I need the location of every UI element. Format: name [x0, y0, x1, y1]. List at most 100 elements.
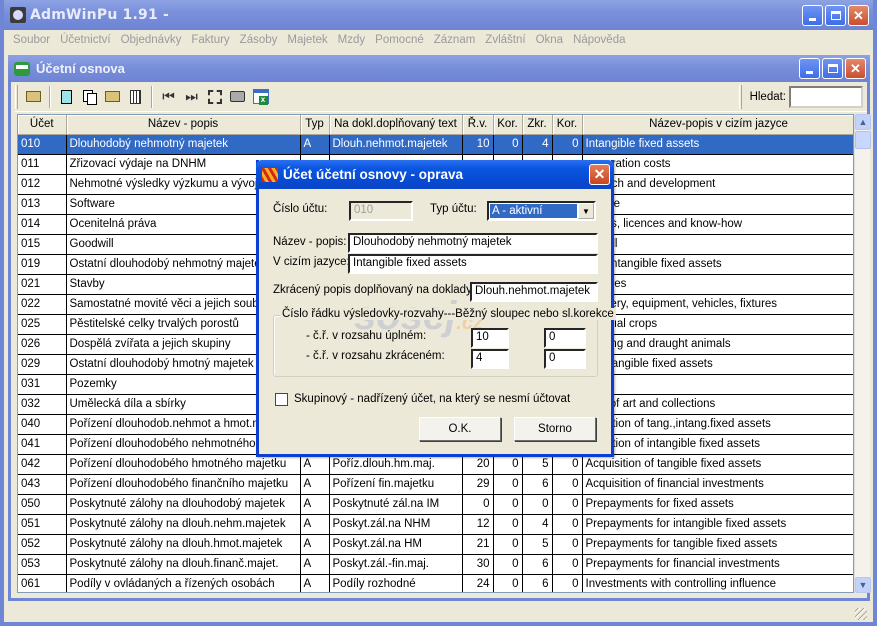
- menu-okna[interactable]: Okna: [531, 34, 569, 46]
- table-row[interactable]: 052 Poskytnuté zálohy na dlouh.hmot.majet…: [18, 534, 853, 555]
- col-header-nazev[interactable]: Název - popis: [66, 115, 301, 135]
- child-minimize-button[interactable]: [799, 58, 820, 79]
- cell-ucet[interactable]: 032: [18, 394, 67, 415]
- cell-kor2[interactable]: 0: [552, 494, 583, 515]
- cell-zkr[interactable]: 6: [522, 574, 553, 592]
- first-record-button[interactable]: ⏮: [157, 86, 180, 108]
- cell-cizi[interactable]: Prepayments for fixed assets: [582, 494, 853, 515]
- short-description-field[interactable]: Dlouh.nehmot.majetek: [470, 282, 598, 302]
- cell-rv[interactable]: 0: [462, 494, 494, 515]
- short-range-row-field[interactable]: 4: [471, 349, 509, 369]
- child-titlebar[interactable]: Účetní osnova ✕: [8, 55, 870, 82]
- child-maximize-button[interactable]: [822, 58, 843, 79]
- cell-ucet[interactable]: 025: [18, 314, 67, 335]
- cell-cizi[interactable]: ...ctures: [582, 274, 853, 295]
- cell-typ[interactable]: A: [300, 534, 330, 555]
- cell-zkr[interactable]: 5: [522, 534, 553, 555]
- cell-dokl[interactable]: Pořízení fin.majetku: [329, 474, 463, 495]
- cell-cizi[interactable]: Investments with controlling influence: [582, 574, 853, 592]
- cell-zkr[interactable]: 4: [522, 514, 553, 535]
- export-excel-button[interactable]: [249, 86, 272, 108]
- cell-kor2[interactable]: 0: [552, 534, 583, 555]
- cell-cizi[interactable]: ...ents, licences and know-how: [582, 214, 853, 235]
- cell-cizi[interactable]: ...hinery, equipment, vehicles, fixtures: [582, 294, 853, 315]
- table-row[interactable]: 010 Dlouhodobý nehmotný majetek A Dlouh.neh…: [18, 134, 853, 155]
- cell-rv[interactable]: 21: [462, 534, 494, 555]
- cell-cizi[interactable]: ...er tangible fixed assets: [582, 354, 853, 375]
- cell-nazev[interactable]: Poskytnuté zálohy na dlouh.hmot.majetek: [66, 534, 301, 555]
- cell-kor1[interactable]: 0: [493, 134, 523, 155]
- menu-faktury[interactable]: Faktury: [186, 34, 234, 46]
- cell-ucet[interactable]: 042: [18, 454, 67, 475]
- menu-ucetnictvi[interactable]: Účetnictví: [55, 34, 116, 46]
- table-row[interactable]: 042 Pořízení dlouhodobého hmotného majetk…: [18, 454, 853, 475]
- col-header-kor2[interactable]: Kor.: [552, 115, 583, 135]
- table-row[interactable]: 051 Poskytnuté zálohy na dlouh.nehm.majet…: [18, 514, 853, 535]
- cell-typ[interactable]: A: [300, 514, 330, 535]
- cell-cizi[interactable]: ...uisition of tang.,intang.fixed assets: [582, 414, 853, 435]
- cell-cizi[interactable]: ...d: [582, 374, 853, 395]
- cell-kor1[interactable]: 0: [493, 534, 523, 555]
- scroll-down-button[interactable]: ▼: [855, 577, 871, 593]
- search-input[interactable]: [789, 86, 863, 108]
- cell-typ[interactable]: A: [300, 454, 330, 475]
- menu-zasoby[interactable]: Zásoby: [235, 34, 283, 46]
- cell-ucet[interactable]: 029: [18, 354, 67, 375]
- menu-zaznam[interactable]: Záznam: [429, 34, 481, 46]
- cell-kor1[interactable]: 0: [493, 494, 523, 515]
- dialog-close-button[interactable]: ✕: [589, 164, 610, 185]
- cell-cizi[interactable]: ...uisition of intangible fixed assets: [582, 434, 853, 455]
- dialog-titlebar[interactable]: Účet účetní osnovy - oprava ✕: [256, 160, 614, 189]
- child-close-button[interactable]: ✕: [845, 58, 866, 79]
- resize-grip[interactable]: [855, 608, 867, 620]
- cell-dokl[interactable]: Poskyt.zál.-fin.maj.: [329, 554, 463, 575]
- cell-ucet[interactable]: 019: [18, 254, 67, 275]
- cell-cizi[interactable]: ...dwill: [582, 234, 853, 255]
- last-record-button[interactable]: ⏭: [180, 86, 203, 108]
- cell-ucet[interactable]: 052: [18, 534, 67, 555]
- cell-cizi[interactable]: Prepayments for intangible fixed assets: [582, 514, 853, 535]
- cell-kor2[interactable]: 0: [552, 454, 583, 475]
- cell-kor2[interactable]: 0: [552, 474, 583, 495]
- edit-button[interactable]: [101, 86, 124, 108]
- cell-typ[interactable]: A: [300, 474, 330, 495]
- copy-button[interactable]: [78, 86, 101, 108]
- cell-typ[interactable]: A: [300, 134, 330, 155]
- cell-kor1[interactable]: 0: [493, 554, 523, 575]
- minimize-button[interactable]: [802, 5, 823, 26]
- cell-kor1[interactable]: 0: [493, 514, 523, 535]
- cell-ucet[interactable]: 022: [18, 294, 67, 315]
- cell-ucet[interactable]: 014: [18, 214, 67, 235]
- cell-ucet[interactable]: 010: [18, 134, 67, 155]
- ok-button[interactable]: O.K.: [419, 417, 501, 441]
- cell-cizi[interactable]: ...ks of art and collections: [582, 394, 853, 415]
- cell-ucet[interactable]: 015: [18, 234, 67, 255]
- cell-zkr[interactable]: 6: [522, 474, 553, 495]
- cell-nazev[interactable]: Podíly v ovládaných a řízených osobách: [66, 574, 301, 592]
- cell-kor1[interactable]: 0: [493, 474, 523, 495]
- cell-cizi[interactable]: ...ennial crops: [582, 314, 853, 335]
- app-titlebar[interactable]: AdmWinPu 1.91 - ✕: [4, 0, 873, 30]
- delete-button[interactable]: [124, 86, 147, 108]
- foreign-name-field[interactable]: Intangible fixed assets: [348, 254, 598, 274]
- cell-ucet[interactable]: 053: [18, 554, 67, 575]
- col-header-ucet[interactable]: Účet: [18, 115, 67, 135]
- cell-zkr[interactable]: 5: [522, 454, 553, 475]
- short-range-correction-field[interactable]: 0: [544, 349, 586, 369]
- cell-zkr[interactable]: 0: [522, 494, 553, 515]
- cell-nazev[interactable]: Dlouhodobý nehmotný majetek: [66, 134, 301, 155]
- cell-typ[interactable]: A: [300, 574, 330, 592]
- cell-ucet[interactable]: 013: [18, 194, 67, 215]
- cell-nazev[interactable]: Poskytnuté zálohy na dlouh.finanč.majet.: [66, 554, 301, 575]
- cell-cizi[interactable]: ...ware: [582, 194, 853, 215]
- cell-ucet[interactable]: 040: [18, 414, 67, 435]
- table-row[interactable]: 061 Podíly v ovládaných a řízených osobác…: [18, 574, 853, 592]
- cancel-button[interactable]: Storno: [514, 417, 596, 441]
- cell-ucet[interactable]: 026: [18, 334, 67, 355]
- select-button[interactable]: [203, 86, 226, 108]
- table-row[interactable]: 050 Poskytnuté zálohy na dlouhodobý majet…: [18, 494, 853, 515]
- cell-typ[interactable]: A: [300, 494, 330, 515]
- cell-zkr[interactable]: 6: [522, 554, 553, 575]
- chevron-down-icon[interactable]: ▼: [578, 203, 594, 219]
- cell-ucet[interactable]: 031: [18, 374, 67, 395]
